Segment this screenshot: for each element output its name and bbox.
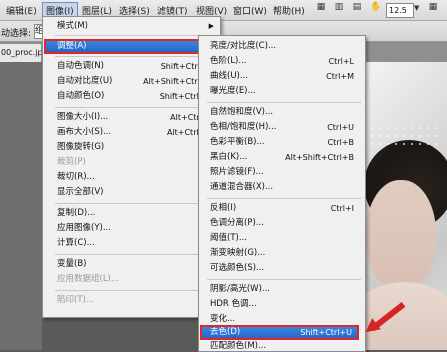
menu-separator — [55, 203, 215, 204]
photo-tiara — [368, 124, 440, 146]
menu-item-desaturate[interactable]: 去色(D) Shift+Ctrl+U — [200, 325, 359, 340]
menu-separator — [55, 35, 215, 36]
menu-item-auto-tone[interactable]: 自动色调(N) Shift+Ctrl+L — [43, 60, 217, 73]
menu-item-canvas-size[interactable]: 画布大小(S)... Alt+Ctrl+C — [43, 126, 217, 139]
menu-separator — [55, 56, 215, 57]
menu-item-exposure[interactable]: 曝光度(E)... — [199, 85, 360, 98]
menu-help[interactable]: 帮助(H) — [273, 4, 305, 17]
bridge-icon[interactable]: ▦ — [316, 2, 326, 12]
menu-window[interactable]: 窗口(W) — [233, 4, 267, 17]
menu-item-trim[interactable]: 裁切(R)... — [43, 171, 217, 184]
hand-icon[interactable]: ✋ — [370, 2, 381, 12]
menu-item-duplicate[interactable]: 复制(D)... — [43, 207, 217, 220]
menu-item-selective-color[interactable]: 可选颜色(S)... — [199, 262, 360, 275]
menu-item-adjust[interactable]: 调整(A)▶ — [44, 39, 218, 54]
menu-separator — [55, 254, 215, 255]
menu-item-reveal-all[interactable]: 显示全部(V) — [43, 186, 217, 199]
menu-item-shadows-highlights[interactable]: 阴影/高光(W)... — [199, 283, 360, 296]
menu-item-channel-mixer[interactable]: 通道混合器(X)... — [199, 181, 360, 194]
menu-item-mode[interactable]: 模式(M) ▶ — [43, 20, 217, 33]
menu-item-match-color[interactable]: 匹配颜色(M)... — [199, 340, 360, 351]
submenu-arrow-icon: ▶ — [208, 22, 214, 30]
menu-item-invert[interactable]: 反相(I) Ctrl+I — [199, 202, 360, 215]
menu-item-levels[interactable]: 色阶(L)... Ctrl+L — [199, 55, 360, 68]
document-tab[interactable]: 00_proc.jpg — [0, 44, 41, 62]
menu-item-apply-image[interactable]: 应用图像(Y)... — [43, 222, 217, 235]
menu-item-color-balance[interactable]: 色彩平衡(B)... Ctrl+B — [199, 136, 360, 149]
arrange-icon[interactable]: ▦ — [428, 2, 438, 12]
menu-item-apply-data-set: 应用数据组(L)... — [57, 274, 119, 284]
auto-select-label: 动选择: — [1, 29, 32, 39]
zoom-dropdown-icon[interactable]: ▼ — [414, 4, 419, 12]
menu-item-auto-contrast[interactable]: 自动对比度(U) Alt+Shift+Ctrl+L — [43, 75, 217, 88]
menu-item-black-white[interactable]: 黑白(K)... Alt+Shift+Ctrl+B — [199, 151, 360, 164]
menu-item-crop: 裁剪(P) — [57, 157, 86, 167]
photo-shoulder — [360, 282, 447, 350]
menu-separator — [55, 290, 215, 291]
menu-separator — [207, 102, 361, 103]
menu-item-hdr-toning[interactable]: HDR 色调... — [199, 298, 360, 311]
menu-item-curves[interactable]: 曲线(U)... Ctrl+M — [199, 70, 360, 83]
extras-icon[interactable]: ▤ — [352, 2, 362, 12]
menu-item-image-size[interactable]: 图像大小(I)... Alt+Ctrl+I — [43, 111, 217, 124]
menu-separator — [55, 107, 215, 108]
photo-face — [366, 180, 436, 290]
menu-item-variables[interactable]: 变量(B)▶ — [43, 258, 217, 271]
zoom-level[interactable]: 12.5 — [386, 3, 414, 18]
menu-item-threshold[interactable]: 阈值(T)... — [199, 232, 360, 245]
menu-item-image-rotation[interactable]: 图像旋转(G)▶ — [43, 141, 217, 154]
menu-item-trap: 陷印(T)... — [57, 295, 94, 305]
menu-item-gradient-map[interactable]: 渐变映射(G)... — [199, 247, 360, 260]
menu-item-hue-saturation[interactable]: 色相/饱和度(H)... Ctrl+U — [199, 121, 360, 134]
canvas-background — [0, 62, 42, 350]
menu-item-auto-color[interactable]: 自动颜色(O) Shift+Ctrl+B — [43, 90, 217, 103]
menu-item-posterize[interactable]: 色调分离(P)... — [199, 217, 360, 230]
menu-item-photo-filter[interactable]: 照片滤镜(F)... — [199, 166, 360, 179]
menu-separator — [207, 279, 361, 280]
menu-separator — [207, 198, 361, 199]
menu-item-brightness-contrast[interactable]: 亮度/对比度(C)... — [199, 40, 360, 53]
minibridge-icon[interactable]: ▥ — [334, 2, 344, 12]
menu-item-calculations[interactable]: 计算(C)... — [43, 237, 217, 250]
menu-edit[interactable]: 编辑(E) — [6, 4, 37, 17]
menu-item-variations[interactable]: 变化... — [199, 313, 360, 326]
adjustments-submenu: 亮度/对比度(C)... 色阶(L)... Ctrl+L 曲线(U)... Ctrl… — [198, 35, 366, 352]
menu-item-vibrance[interactable]: 自然饱和度(V)... — [199, 106, 360, 119]
image-menu: 模式(M)▶ 调整(A)▶ 自动色调(N)Shift+Ctrl+L 自动对比度(… — [42, 16, 221, 318]
